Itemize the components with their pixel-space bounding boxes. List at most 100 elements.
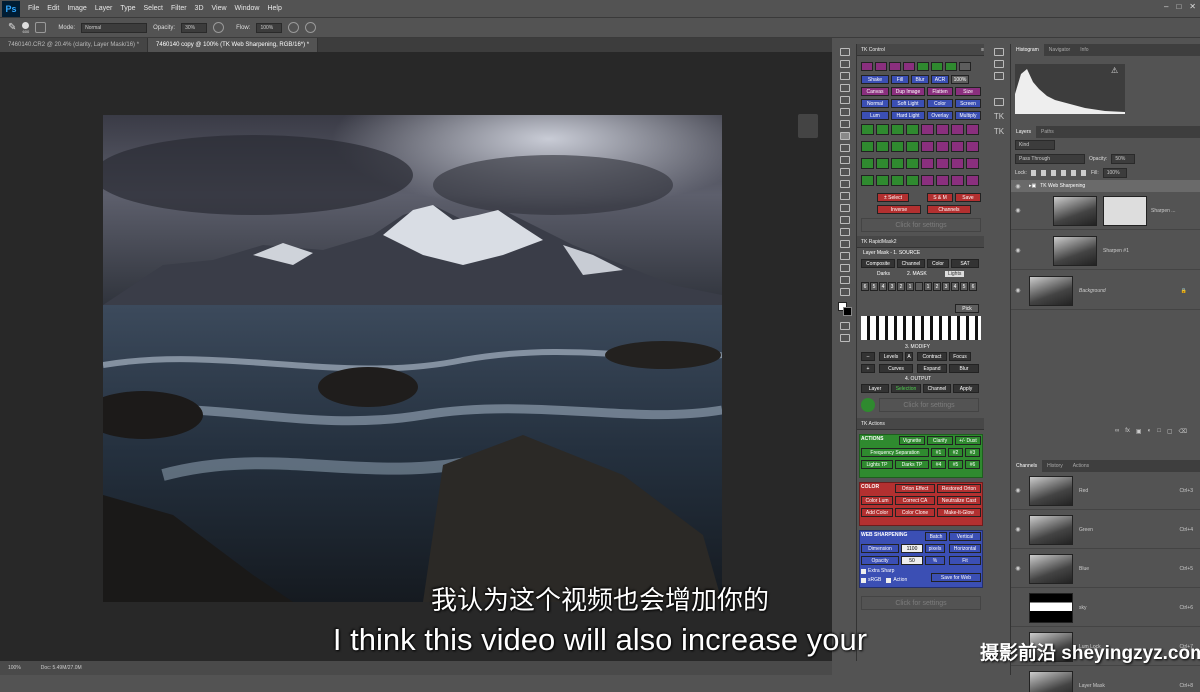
tk-grid-icon[interactable]	[906, 175, 919, 186]
tk-grid-icon[interactable]	[966, 124, 979, 135]
path-select-tool-icon[interactable]	[840, 240, 850, 248]
kind-filter[interactable]: Kind	[1015, 140, 1055, 150]
tk-grid-icon[interactable]	[951, 124, 964, 135]
fill-field[interactable]: 100%	[1103, 168, 1127, 178]
zone-light-3[interactable]: 3	[942, 282, 950, 291]
modify-focus-button[interactable]: Focus	[949, 352, 971, 361]
hand-tool-icon[interactable]	[840, 264, 850, 272]
pixels-button[interactable]: pixels	[925, 544, 945, 553]
minimize-icon[interactable]: –	[1164, 2, 1168, 11]
clarify-button[interactable]: Clarify	[927, 436, 953, 445]
tk-grid-icon[interactable]	[891, 175, 904, 186]
tk-icon-2[interactable]: TK	[990, 127, 1008, 136]
tk-normal-button[interactable]: Normal	[861, 99, 889, 108]
tk-grid-icon[interactable]	[936, 124, 949, 135]
zoom-level[interactable]: 100%	[8, 665, 21, 671]
action-2-button[interactable]: #2	[948, 448, 963, 457]
close-icon[interactable]: ✕	[1189, 2, 1196, 11]
tab-info[interactable]: Info	[1075, 47, 1093, 53]
tk-grid-icon[interactable]	[966, 141, 979, 152]
add-color-button[interactable]: Add Color	[861, 508, 893, 517]
web-opacity-input[interactable]: 50	[901, 556, 923, 565]
pen-tool-icon[interactable]	[840, 216, 850, 224]
flow-field[interactable]: 100%	[256, 23, 282, 33]
dodge-tool-icon[interactable]	[840, 204, 850, 212]
tk-grid-icon[interactable]	[876, 141, 889, 152]
blur-tool-icon[interactable]	[840, 192, 850, 200]
zoom-tool-icon[interactable]	[840, 276, 850, 284]
percent-button[interactable]: %	[925, 556, 945, 565]
modify-plus-button[interactable]: +	[861, 364, 875, 373]
zone-light-5[interactable]: 5	[960, 282, 968, 291]
eye-icon[interactable]: ◉	[1011, 526, 1025, 533]
tk-select-button[interactable]: ± Select	[877, 193, 909, 202]
brush-tool-icon[interactable]	[840, 132, 850, 140]
menu-layer[interactable]: Layer	[91, 5, 117, 12]
eraser-tool-icon[interactable]	[840, 168, 850, 176]
screen-mode-icon[interactable]	[840, 334, 850, 342]
crop-tool-icon[interactable]	[840, 96, 850, 104]
layer-opacity-field[interactable]: 50%	[1111, 154, 1135, 164]
action-5-button[interactable]: #5	[948, 460, 963, 469]
source-composite-button[interactable]: Composite	[861, 259, 895, 268]
correct-ca-button[interactable]: Correct CA	[895, 496, 935, 505]
extra-tools-icon[interactable]	[840, 288, 850, 296]
menu-filter[interactable]: Filter	[167, 5, 191, 12]
gradient-tool-icon[interactable]	[840, 180, 850, 188]
tk-grid-icon[interactable]	[876, 124, 889, 135]
make-it-glow-button[interactable]: Make-It-Glow	[937, 508, 981, 517]
menu-file[interactable]: File	[24, 5, 43, 12]
color-clone-button[interactable]: Color Clone	[895, 508, 935, 517]
menu-select[interactable]: Select	[140, 5, 167, 12]
tk-grid-icon[interactable]	[951, 175, 964, 186]
lock-icons[interactable]	[1031, 170, 1087, 176]
darks-tp-button[interactable]: Darks TP	[895, 460, 929, 469]
tk-grid-icon[interactable]	[921, 124, 934, 135]
background-color-swatch[interactable]	[843, 307, 852, 316]
action-4-button[interactable]: #4	[931, 460, 946, 469]
channel-row[interactable]: ◉ Red Ctrl+3	[1011, 472, 1200, 510]
tk-fill-button[interactable]: Fill	[891, 75, 909, 84]
tk-grid-icon[interactable]	[861, 124, 874, 135]
type-tool-icon[interactable]	[840, 228, 850, 236]
tk-grid-icon[interactable]	[936, 141, 949, 152]
zone-light-6[interactable]: 6	[969, 282, 977, 291]
fx-icon[interactable]: fx	[1125, 428, 1130, 440]
source-color-button[interactable]: Color	[927, 259, 949, 268]
brush-panel-icon[interactable]	[35, 22, 46, 33]
tk-icon-1[interactable]: TK	[990, 112, 1008, 121]
blend-mode-select[interactable]: Pass Through	[1015, 154, 1085, 164]
tk-hard-light-button[interactable]: Hard Light	[891, 111, 925, 120]
tk-grid-icon[interactable]	[891, 124, 904, 135]
channel-row[interactable]: ◉ Green Ctrl+4	[1011, 511, 1200, 549]
zone-dark-4[interactable]: 4	[879, 282, 887, 291]
zone-mid[interactable]	[915, 282, 923, 291]
extra-sharp-box[interactable]	[861, 569, 866, 574]
move-tool-icon[interactable]	[840, 48, 850, 56]
tk-acr-button[interactable]: ACR	[931, 75, 949, 84]
vignette-button[interactable]: Vignette	[899, 436, 925, 445]
tk-grid-icon[interactable]	[906, 124, 919, 135]
pick-button[interactable]: Pick	[955, 304, 979, 313]
zone-dark-3[interactable]: 3	[888, 282, 896, 291]
tk-color-button[interactable]: Color	[927, 99, 953, 108]
modify-a-button[interactable]: A	[905, 352, 913, 361]
zone-light-1[interactable]: 1	[924, 282, 932, 291]
tk-grid-icon[interactable]	[951, 158, 964, 169]
tk-pen-icon[interactable]	[931, 62, 943, 71]
tab-document-1[interactable]: 7460140.CR2 @ 20.4% (clarity, Layer Mask…	[0, 38, 148, 52]
zone-light-2[interactable]: 2	[933, 282, 941, 291]
tk-grid-icon[interactable]	[936, 175, 949, 186]
lasso-tool-icon[interactable]	[840, 72, 850, 80]
quick-select-tool-icon[interactable]	[840, 84, 850, 92]
group-icon[interactable]: □	[1157, 428, 1161, 440]
tab-layers[interactable]: Layers	[1011, 126, 1036, 138]
stamp-tool-icon[interactable]	[840, 144, 850, 152]
output-layer-button[interactable]: Layer	[861, 384, 889, 393]
airbrush-icon[interactable]	[288, 22, 299, 33]
lights-tp-button[interactable]: Lights TP	[861, 460, 893, 469]
menu-window[interactable]: Window	[231, 5, 264, 12]
warning-icon[interactable]: ⚠	[1111, 66, 1118, 75]
tk-grid-icon[interactable]	[861, 141, 874, 152]
tab-paths[interactable]: Paths	[1036, 129, 1059, 135]
